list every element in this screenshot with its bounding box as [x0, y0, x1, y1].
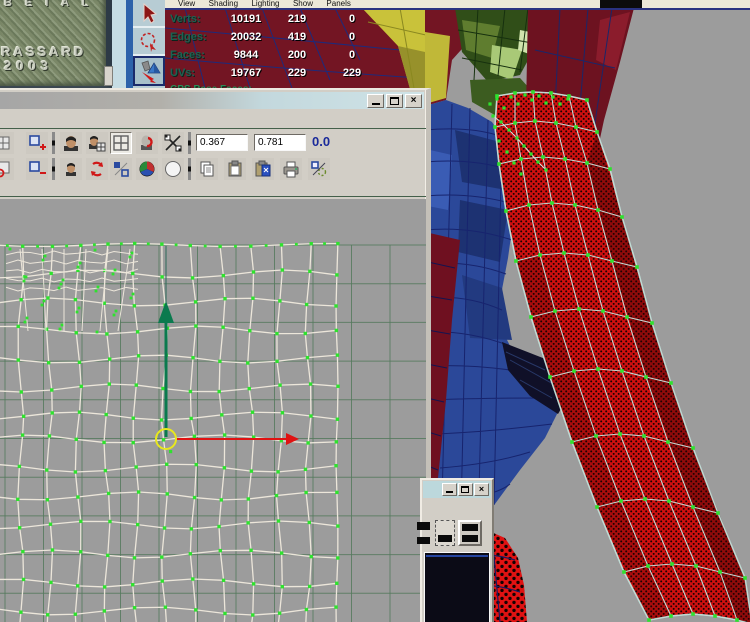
stats-row-uvs: UVs: 19767 229 229 [170, 64, 378, 82]
copy-icon[interactable] [196, 158, 218, 180]
mini-window-titlebar[interactable]: × [423, 481, 491, 498]
uv-texture-editor-window: × 0.0 [0, 88, 431, 622]
edges-selected: 419 [274, 31, 320, 43]
toggle-squares-icon[interactable] [110, 158, 132, 180]
v-coordinate-field[interactable] [254, 134, 306, 151]
preset-button-1[interactable] [415, 520, 433, 546]
value-readout: 0.0 [312, 134, 330, 149]
watermark-line1: B E I A L [4, 0, 93, 9]
faces-other: 0 [326, 49, 378, 61]
uvs-total: 19767 [218, 67, 274, 79]
stats-row-faces: Faces: 9844 200 0 [170, 46, 378, 64]
toolbar-separator[interactable] [188, 132, 191, 154]
print-snapshot-icon[interactable] [280, 158, 302, 180]
window-grid-icon[interactable] [0, 132, 14, 154]
preset-button-2[interactable] [435, 520, 455, 546]
preset-button-3[interactable] [458, 520, 482, 546]
maximize-button[interactable] [458, 483, 473, 496]
application-screen: View Shading Lighting Show Panels Verts:… [0, 0, 750, 622]
verts-total: 10191 [218, 13, 274, 25]
paste-icon[interactable] [224, 158, 246, 180]
faces-total: 9844 [218, 49, 274, 61]
verts-selected: 219 [274, 13, 320, 25]
minimize-button[interactable] [442, 483, 457, 496]
edges-other: 0 [326, 31, 378, 43]
minimize-button[interactable] [367, 94, 384, 108]
toolbar-divider-bottom [0, 196, 426, 197]
toolbar-separator[interactable] [188, 158, 191, 180]
select-tool[interactable] [133, 0, 165, 28]
minimize-icon [446, 491, 453, 493]
face-magnet-icon[interactable] [136, 132, 158, 154]
stats-row-verts: Verts: 10191 219 0 [170, 10, 378, 28]
uvs-label: UVs: [170, 67, 218, 79]
faces-label: Faces: [170, 49, 218, 61]
alpha-circle-icon[interactable] [162, 158, 184, 180]
lasso-select-tool[interactable] [133, 28, 165, 56]
stats-row-edges: Edges: 20032 419 0 [170, 28, 378, 46]
refresh-uv-icon[interactable] [86, 158, 108, 180]
move-tool[interactable] [133, 56, 165, 86]
uvs-selected: 229 [274, 67, 320, 79]
menu-shading[interactable]: Shading [209, 0, 238, 8]
rgb-sphere-icon[interactable] [136, 158, 158, 180]
u-coordinate-field[interactable] [196, 134, 248, 151]
maximize-button[interactable] [386, 94, 403, 108]
edges-label: Edges: [170, 31, 218, 43]
uv-canvas[interactable] [0, 199, 426, 622]
toolbox [133, 0, 165, 88]
checker-swap-icon[interactable] [162, 132, 184, 154]
percent-cycle-icon[interactable] [308, 158, 330, 180]
toolbar-separator[interactable] [52, 132, 55, 154]
menubar-dark-segment [600, 0, 642, 8]
maximize-icon [461, 486, 469, 493]
menu-view[interactable]: View [178, 0, 195, 8]
uv-editor-titlebar[interactable]: × [0, 92, 424, 109]
face-ratio-icon[interactable] [86, 132, 108, 154]
face-snapshot-icon[interactable] [60, 132, 82, 154]
close-button[interactable]: × [405, 94, 422, 108]
artist-watermark: B E I A L RASSARD 2003 [0, 0, 112, 88]
menu-lighting[interactable]: Lighting [251, 0, 279, 8]
uvs-other: 229 [326, 67, 378, 79]
paste-uv-icon[interactable] [252, 158, 274, 180]
face-small-icon[interactable] [60, 158, 82, 180]
menubar-divider [165, 8, 750, 10]
verts-other: 0 [326, 13, 378, 25]
maximize-icon [390, 97, 399, 105]
mini-panel-window: × [420, 478, 494, 622]
shell-add-icon[interactable] [26, 132, 48, 154]
minimize-icon [372, 103, 380, 105]
shelf-strip [112, 0, 126, 88]
toolbar-separator[interactable] [52, 158, 55, 180]
shelf-edge [126, 0, 133, 88]
verts-label: Verts: [170, 13, 218, 25]
preview-top-line [426, 555, 488, 557]
panel-handle[interactable] [104, 66, 113, 86]
faces-selected: 200 [274, 49, 320, 61]
window-grid-record-icon[interactable] [0, 158, 14, 180]
edges-total: 20032 [218, 31, 274, 43]
toolbar-divider-top [0, 128, 426, 129]
shell-remove-icon[interactable] [26, 158, 48, 180]
menu-panels[interactable]: Panels [326, 0, 350, 8]
watermark-line3: 2003 [4, 58, 53, 73]
close-button[interactable]: × [474, 483, 489, 496]
poly-count-hud: Verts: 10191 219 0 Edges: 20032 419 0 Fa… [170, 10, 378, 95]
watermark-line2: RASSARD [1, 44, 86, 59]
grid-toggle-icon[interactable] [110, 132, 132, 154]
menu-show[interactable]: Show [293, 0, 313, 8]
mini-window-preview-panel[interactable] [424, 552, 490, 622]
panel-menubar: View Shading Lighting Show Panels [165, 0, 750, 8]
